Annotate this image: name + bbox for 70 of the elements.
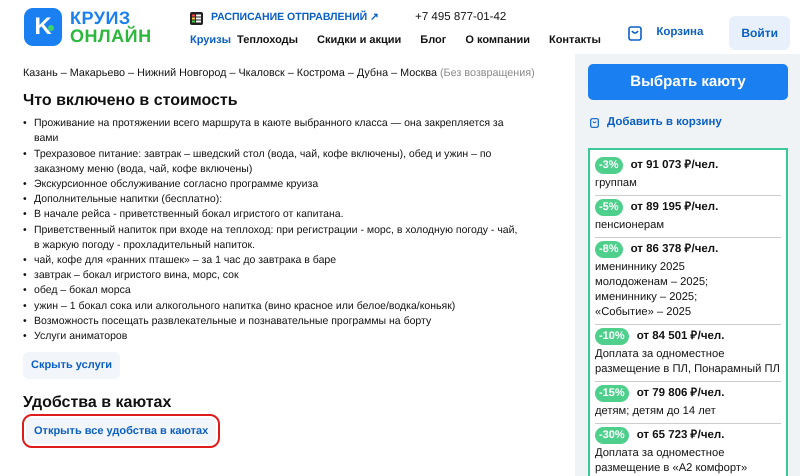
cart-icon (590, 118, 599, 128)
bullet: • (23, 298, 28, 314)
discount-condition: детям; детям до 14 лет (595, 404, 717, 420)
bullet: • (23, 192, 28, 208)
route-text: Казань – Макарьево – Нижний Новгород – Чкаловск – Кострома – Дубна – Москва (Без возвращения) (23, 66, 536, 81)
bullet: • (23, 207, 28, 222)
list-item: завтрак – бокал игристого вина, морс, сок (34, 268, 239, 284)
discount-condition: размещение в ПЛ, Понарамный ПЛ (595, 362, 781, 378)
discount-condition: Доплата за одноместное (595, 446, 726, 462)
choose-cabin-button[interactable]: Выбрать каюту (588, 64, 788, 100)
discount-condition: группам (595, 176, 638, 192)
bullet: • (23, 314, 28, 329)
list-item: Услуги аниматоров (34, 329, 128, 344)
list-item: обед – бокал морса (34, 283, 131, 298)
section-title: Удобства в каютах (23, 392, 172, 412)
price-text: от 84 501 ₽/чел. (636, 329, 724, 344)
phone-number: +7 495 877-01-42 (415, 10, 506, 26)
discount-condition: пенсионерам (595, 218, 666, 234)
discount-condition: «Событие» – 2025 (595, 305, 692, 320)
list-item: Дополнительные напитки (бесплатно): (34, 192, 222, 208)
discount-badge: -8% (595, 241, 623, 258)
price-text: от 79 806 ₽/чел. (636, 386, 724, 402)
bullet: • (23, 177, 28, 192)
list-item: Проживание на протяжении всего маршрута в каюте выбранного класса — она закрепляется за вами (34, 116, 505, 146)
discount-condition: имениннику – 2025; (595, 290, 698, 306)
logo-text: КРУИЗ (70, 9, 131, 27)
bullet: • (23, 222, 28, 238)
bullet: • (23, 116, 28, 132)
schedule-icon (190, 12, 203, 24)
price-text: от 86 378 ₽/чел. (630, 242, 718, 258)
nav-link[interactable]: Теплоходы (237, 32, 298, 48)
nav-link[interactable]: Круизы (190, 32, 232, 48)
list-item: Трехразовое питание: завтрак – шведский стол (вода, чай, кофе включены), обед и ужин – по заказному меню (вода, чай, кофе включены) (34, 146, 492, 177)
list-item: Возможность посещать развлекательные и познавательные программы на борту (34, 314, 432, 329)
nav-link[interactable]: Контакты (548, 32, 601, 48)
schedule-link[interactable]: РАСПИСАНИЕ ОТПРАВЛЕНИЙ ↗ (211, 10, 380, 26)
discount-condition: размещение в «А2 комфорт» (595, 461, 748, 476)
login-button[interactable]: Войти (729, 16, 790, 50)
price-text: от 89 195 ₽/чел. (630, 200, 718, 216)
cart-link[interactable]: Корзина (656, 24, 704, 42)
price-text: от 65 723 ₽/чел. (636, 428, 724, 444)
add-to-cart-link[interactable]: Добавить в корзину (607, 114, 722, 132)
open-amenities-button[interactable]: Открыть все удобства в каютах (26, 418, 216, 444)
list-item: В начале рейса - приветственный бокал игристого от капитана. (34, 207, 344, 222)
discount-condition: имениннику 2025 (595, 260, 686, 276)
nav-link[interactable]: Скидки и акции (317, 32, 402, 48)
list-item: чай, кофе для «ранних пташек» – за 1 час до завтрака в баре (34, 253, 336, 268)
nav-link[interactable]: О компании (465, 32, 530, 48)
list-item: Экскурсионное обслуживание согласно программе круиза (34, 177, 318, 192)
logo-text: ОНЛАЙН (70, 27, 152, 45)
discount-condition: Доплата за одноместное (595, 347, 726, 362)
bullet: • (23, 283, 28, 298)
list-item: ужин – 1 бокал сока или алкогольного напитка (вино красное или белое/водка/коньяк) (34, 298, 456, 314)
discount-badge: -30% (595, 427, 629, 444)
list-item: Приветственный напиток при входе на теплоход: при регистрации - морс, в холодную погоду - чай, в жаркую погоду - прохладительный напиток. (34, 222, 518, 253)
discount-badge: -15% (595, 385, 629, 402)
discount-badge: -10% (595, 328, 629, 346)
cart-icon[interactable] (628, 26, 642, 40)
logo-mark[interactable]: K (24, 8, 62, 46)
nav-link[interactable]: Блог (420, 32, 446, 48)
price-text: от 91 073 ₽/чел. (630, 158, 718, 174)
hide-services-button[interactable]: Скрыть услуги (23, 352, 120, 379)
discount-badge: -5% (595, 199, 623, 216)
bullet: • (23, 268, 28, 284)
bullet: • (23, 253, 28, 268)
discount-badge: -3% (595, 157, 623, 174)
bullet: • (23, 146, 28, 162)
bullet: • (23, 329, 28, 344)
discount-condition: молодоженам – 2025; (595, 275, 710, 290)
section-title: Что включено в стоимость (23, 91, 239, 110)
